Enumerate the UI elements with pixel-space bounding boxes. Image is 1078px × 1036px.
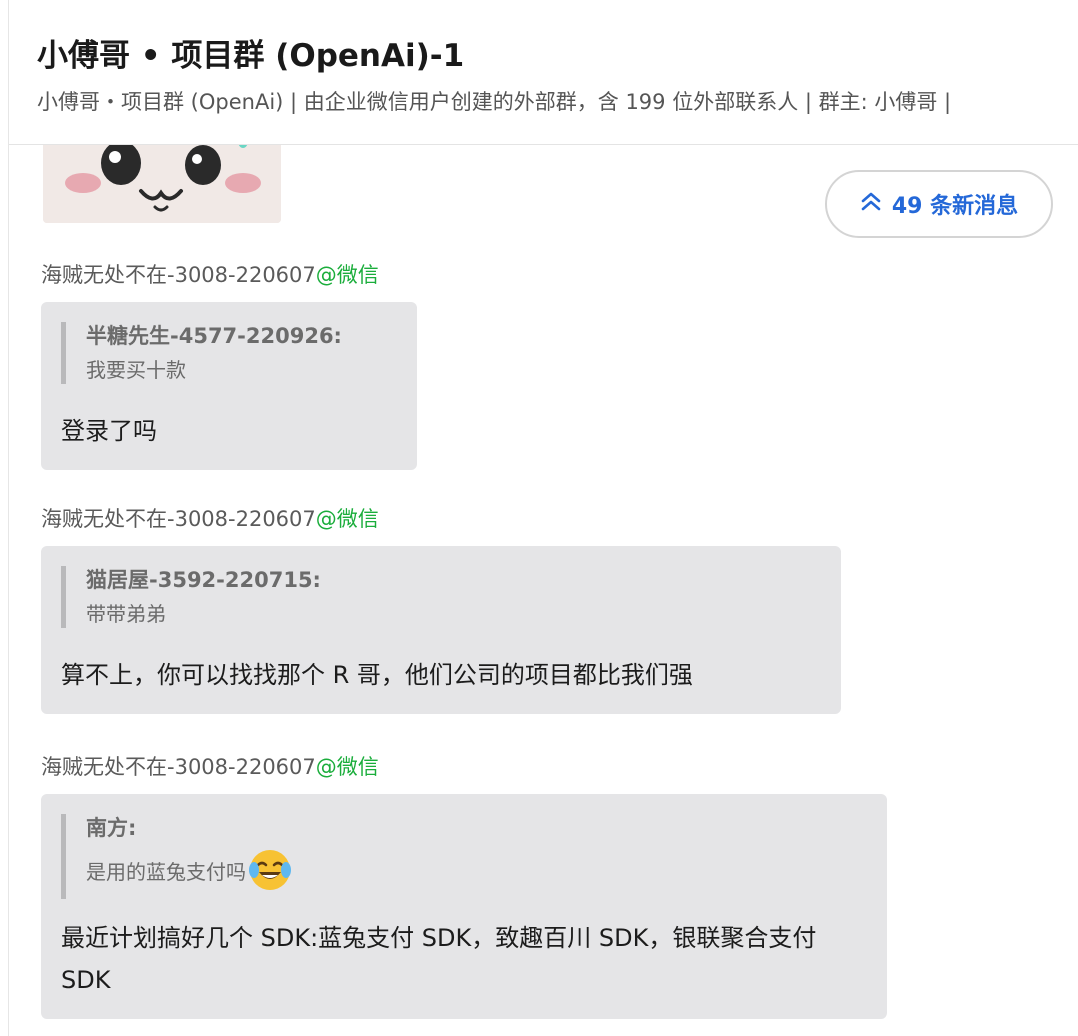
quote-author: 半糖先生-4577-220926: [86,324,342,348]
new-messages-button[interactable]: 49 条新消息 [825,170,1053,238]
sender-name[interactable]: 海贼无处不在-3008-220607 [41,263,316,287]
message-sender[interactable]: 海贼无处不在-3008-220607@微信 [41,504,841,534]
message-item: 海贼无处不在-3008-220607@微信 南方: 是用的蓝兔支付吗 最近计划搞… [41,752,887,1019]
message-text: 算不上，你可以找找那个 R 哥，他们公司的项目都比我们强 [61,661,693,689]
quote-author: 南方: [86,816,137,840]
quoted-message[interactable]: 猫居屋-3592-220715: 带带弟弟 [61,566,821,628]
message-bubble[interactable]: 半糖先生-4577-220926: 我要买十款 登录了吗 [41,302,417,470]
quote-author: 猫居屋-3592-220715: [86,568,321,592]
message-bubble[interactable]: 南方: 是用的蓝兔支付吗 最近计划搞好几个 SDK:蓝兔支付 SDK，致趣百川 … [41,794,887,1019]
new-messages-label: 49 条新消息 [891,194,1019,219]
sender-name[interactable]: 海贼无处不在-3008-220607 [41,755,316,779]
quote-text: 带带弟弟 [86,602,166,626]
quoted-message[interactable]: 半糖先生-4577-220926: 我要买十款 [61,322,397,384]
chat-window: 小傅哥 • 项目群 (OpenAi)-1 小傅哥・项目群 (OpenAi) | … [8,0,1078,1036]
chat-header: 小傅哥 • 项目群 (OpenAi)-1 小傅哥・项目群 (OpenAi) | … [9,0,1078,145]
quote-text-row: 是用的蓝兔支付吗 [86,848,867,899]
sender-source: @微信 [315,263,379,287]
double-chevron-up-icon [860,190,882,218]
quote-text: 我要买十款 [86,358,186,382]
sender-source: @微信 [315,755,379,779]
message-sender[interactable]: 海贼无处不在-3008-220607@微信 [41,752,887,782]
group-subtitle: 小傅哥・项目群 (OpenAi) | 由企业微信用户创建的外部群，含 199 位… [37,90,952,114]
message-text: 最近计划搞好几个 SDK:蓝兔支付 SDK，致趣百川 SDK，银联聚合支付 SD… [61,924,817,994]
group-title: 小傅哥 • 项目群 (OpenAi)-1 [37,38,465,74]
message-list[interactable]: 49 条新消息 海贼无处不在-3008-220607@微信 半糖先生-4577-… [9,145,1078,1036]
sticker-image[interactable] [43,145,281,223]
message-sender[interactable]: 海贼无处不在-3008-220607@微信 [41,260,417,290]
sender-source: @微信 [315,507,379,531]
message-bubble[interactable]: 猫居屋-3592-220715: 带带弟弟 算不上，你可以找找那个 R 哥，他们… [41,546,841,714]
quoted-message[interactable]: 南方: 是用的蓝兔支付吗 [61,814,867,899]
tears-of-joy-emoji-icon [248,848,292,899]
quote-text: 是用的蓝兔支付吗 [86,860,246,884]
message-item: 海贼无处不在-3008-220607@微信 猫居屋-3592-220715: 带… [41,504,841,714]
cartoon-face-sticker [43,145,281,223]
message-text: 登录了吗 [61,417,157,445]
sender-name[interactable]: 海贼无处不在-3008-220607 [41,507,316,531]
message-item: 海贼无处不在-3008-220607@微信 半糖先生-4577-220926: … [41,260,417,470]
